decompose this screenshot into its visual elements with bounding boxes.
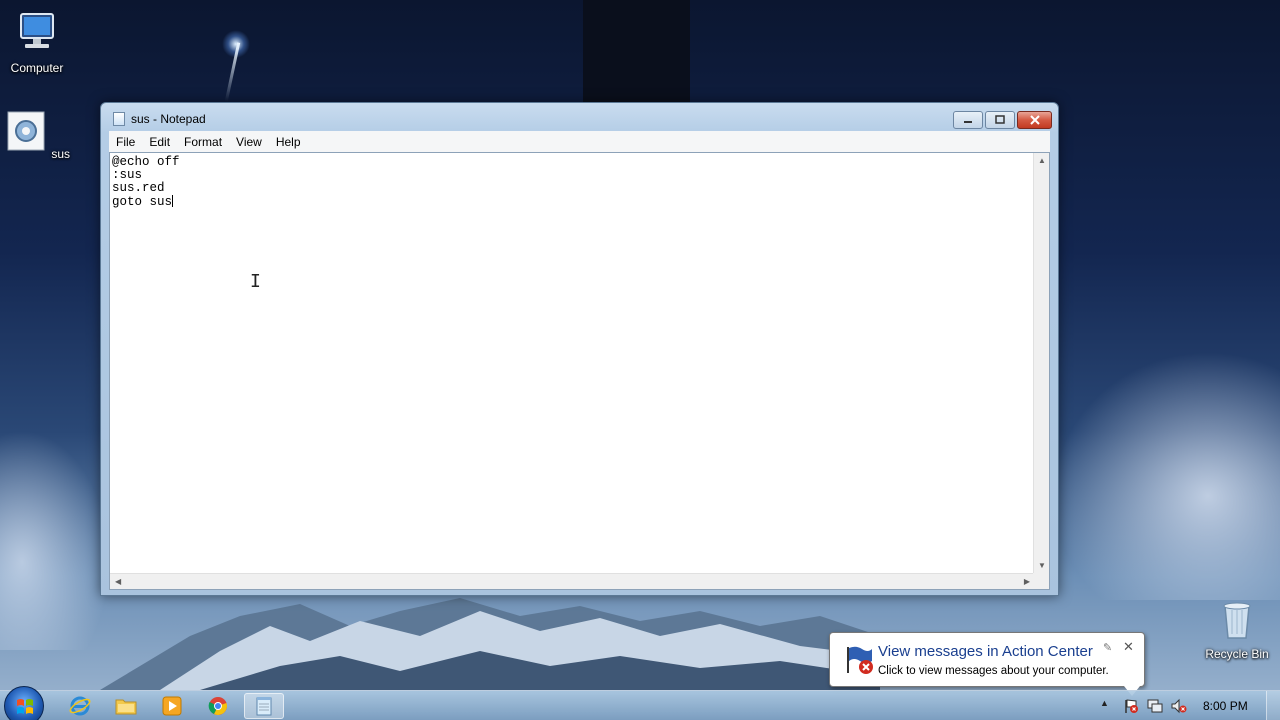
notepad-title-icon: [113, 112, 125, 126]
ibeam-cursor-icon: I: [250, 271, 261, 292]
menu-format[interactable]: Format: [177, 135, 229, 149]
taskbar-clock[interactable]: 8:00 PM: [1203, 699, 1248, 713]
wallpaper-mountains: [100, 598, 880, 690]
vertical-scrollbar[interactable]: ▲ ▼: [1033, 153, 1049, 573]
close-icon: [1029, 115, 1040, 125]
balloon-close-icon[interactable]: ✕: [1123, 639, 1134, 655]
wallpaper-tower: [583, 0, 690, 102]
text-editor[interactable]: @echo off :sus sus.red goto sus I ▲ ▼ ◀ …: [109, 152, 1050, 590]
taskbar: ▲ 8:00 PM: [0, 686, 1280, 720]
desktop-icon-sus[interactable]: sus: [0, 110, 74, 161]
menu-view[interactable]: View: [229, 135, 269, 149]
batch-file-gear-icon: [7, 111, 45, 151]
desktop-icon-label: Recycle Bin: [1205, 647, 1269, 661]
taskbar-chrome[interactable]: [198, 693, 238, 719]
notepad-icon: [256, 697, 272, 716]
editor-text: @echo off :sus sus.red goto sus: [112, 155, 180, 209]
chrome-icon: [208, 697, 227, 715]
balloon-body: Click to view messages about your comput…: [878, 665, 1109, 677]
windows-logo-icon: [17, 699, 33, 714]
taskbar-notepad[interactable]: [244, 693, 284, 719]
balloon-title: View messages in Action Center: [878, 643, 1093, 660]
menu-bar: File Edit Format View Help: [109, 131, 1050, 152]
menu-file[interactable]: File: [109, 135, 142, 149]
notepad-window: sus - Notepad File Edit Format View Help…: [100, 102, 1059, 596]
editor-content[interactable]: @echo off :sus sus.red goto sus: [112, 156, 180, 209]
network-icon[interactable]: [1147, 698, 1163, 714]
computer-icon: [20, 13, 54, 48]
window-title: sus - Notepad: [131, 112, 206, 126]
internet-explorer-icon: [69, 696, 91, 716]
minimize-button[interactable]: [953, 111, 983, 129]
title-bar[interactable]: sus - Notepad: [101, 103, 1058, 133]
show-hidden-icons-icon[interactable]: ▲: [1100, 698, 1116, 714]
horizontal-scrollbar[interactable]: ◀ ▶: [110, 573, 1035, 589]
pin-icon[interactable]: ✎: [1103, 641, 1112, 654]
media-player-icon: [162, 696, 182, 716]
text-caret: [172, 195, 174, 207]
action-center-balloon[interactable]: View messages in Action Center Click to …: [829, 632, 1145, 687]
wallpaper-clouds: [1040, 340, 1280, 600]
scroll-up-icon[interactable]: ▲: [1038, 156, 1046, 165]
action-center-tray-icon[interactable]: [1123, 698, 1139, 714]
show-desktop-button[interactable]: [1266, 691, 1280, 720]
recycle-bin-icon: [1223, 602, 1251, 639]
maximize-icon: [995, 115, 1005, 124]
desktop-icon-computer[interactable]: Computer: [0, 10, 74, 75]
menu-help[interactable]: Help: [269, 135, 308, 149]
taskbar-file-explorer[interactable]: [106, 693, 146, 719]
start-button[interactable]: [4, 686, 44, 720]
scroll-right-icon[interactable]: ▶: [1024, 577, 1030, 586]
desktop-icon-label: Computer: [10, 61, 64, 75]
maximize-button[interactable]: [985, 111, 1015, 129]
desktop-icon-label: sus: [51, 147, 71, 161]
taskbar-media-player[interactable]: [152, 693, 192, 719]
volume-muted-icon[interactable]: [1171, 698, 1187, 714]
resize-grip[interactable]: [1033, 573, 1049, 589]
taskbar-internet-explorer[interactable]: [60, 693, 100, 719]
scroll-down-icon[interactable]: ▼: [1038, 561, 1046, 570]
close-button[interactable]: [1017, 111, 1052, 129]
desktop-icon-recycle-bin[interactable]: Recycle Bin: [1200, 596, 1274, 661]
file-explorer-icon: [115, 699, 137, 715]
action-center-flag-icon: [847, 646, 873, 674]
minimize-icon: [964, 121, 972, 123]
scroll-left-icon[interactable]: ◀: [115, 577, 121, 586]
wallpaper-clouds-left: [0, 430, 110, 650]
menu-edit[interactable]: Edit: [142, 135, 177, 149]
